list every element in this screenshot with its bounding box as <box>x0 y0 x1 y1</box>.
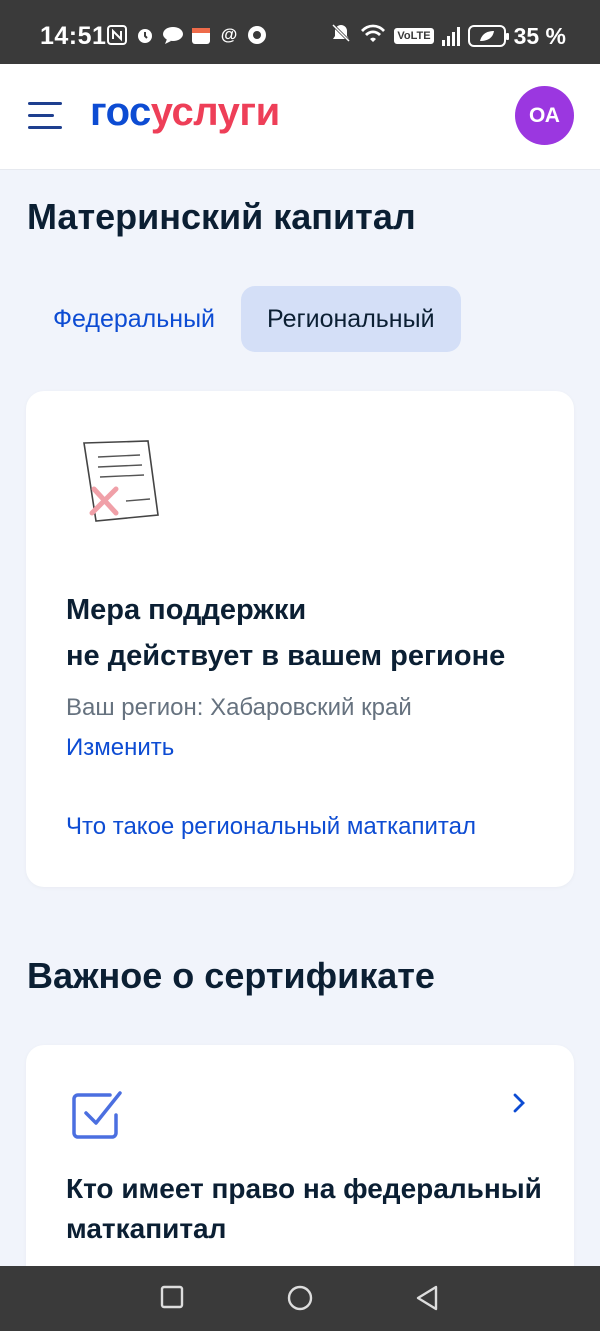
gosuslugi-logo[interactable]: госуслуги <box>90 90 280 135</box>
eligibility-card-title: Кто имеет право на федеральный маткапита… <box>66 1173 542 1244</box>
at-icon: @ <box>220 25 238 44</box>
region-info: Ваш регион: Хабаровский край <box>66 694 412 721</box>
region-card: Мера поддержки не действует в вашем реги… <box>26 391 574 887</box>
system-icons: VoLTE 35 % <box>330 22 566 50</box>
chrome-icon <box>246 24 268 46</box>
change-region-link[interactable]: Изменить <box>66 734 174 762</box>
region-card-title-line1: Мера поддержки <box>66 594 307 626</box>
system-nav-bar <box>0 1266 600 1331</box>
home-button[interactable] <box>286 1284 314 1317</box>
nfc-icon <box>106 24 128 46</box>
logo-part-uslugi: услуги <box>150 90 280 134</box>
eligibility-card[interactable]: Кто имеет право на федеральный маткапита… <box>26 1045 574 1285</box>
recent-apps-button[interactable] <box>160 1284 184 1315</box>
document-rejected-icon <box>83 440 159 522</box>
battery-icon <box>467 25 509 47</box>
app-header: госуслуги ОА <box>0 64 600 170</box>
mute-icon <box>330 22 352 50</box>
status-bar: 14:51 @ VoLTE 35 % <box>0 0 600 64</box>
checkbox-icon <box>72 1091 122 1139</box>
back-button[interactable] <box>414 1284 440 1317</box>
menu-icon[interactable] <box>28 102 62 130</box>
signal-icon <box>441 26 460 46</box>
volte-badge: VoLTE <box>394 28 434 44</box>
regional-matcapital-info-link[interactable]: Что такое региональный маткапитал <box>66 813 476 841</box>
section-title-important: Важное о сертификате <box>27 955 435 996</box>
page-title: Материнский капитал <box>27 196 416 237</box>
wifi-icon <box>360 23 386 50</box>
avatar[interactable]: ОА <box>515 86 574 145</box>
chevron-right-icon[interactable] <box>512 1089 526 1121</box>
tab-regional[interactable]: Региональный <box>241 286 461 352</box>
region-card-title-line2: не действует в вашем регионе <box>66 640 506 672</box>
tabs: Федеральный Региональный <box>27 286 461 352</box>
alarm-icon <box>134 24 156 46</box>
status-time: 14:51 <box>40 22 107 50</box>
battery-percent: 35 % <box>513 22 566 49</box>
region-card-title: Мера поддержки не действует в вашем реги… <box>66 587 505 679</box>
chat-icon <box>162 24 184 46</box>
calendar-icon <box>190 24 212 46</box>
tab-federal[interactable]: Федеральный <box>27 286 241 352</box>
notification-icons: @ <box>106 24 268 46</box>
logo-part-gos: гос <box>90 90 151 134</box>
